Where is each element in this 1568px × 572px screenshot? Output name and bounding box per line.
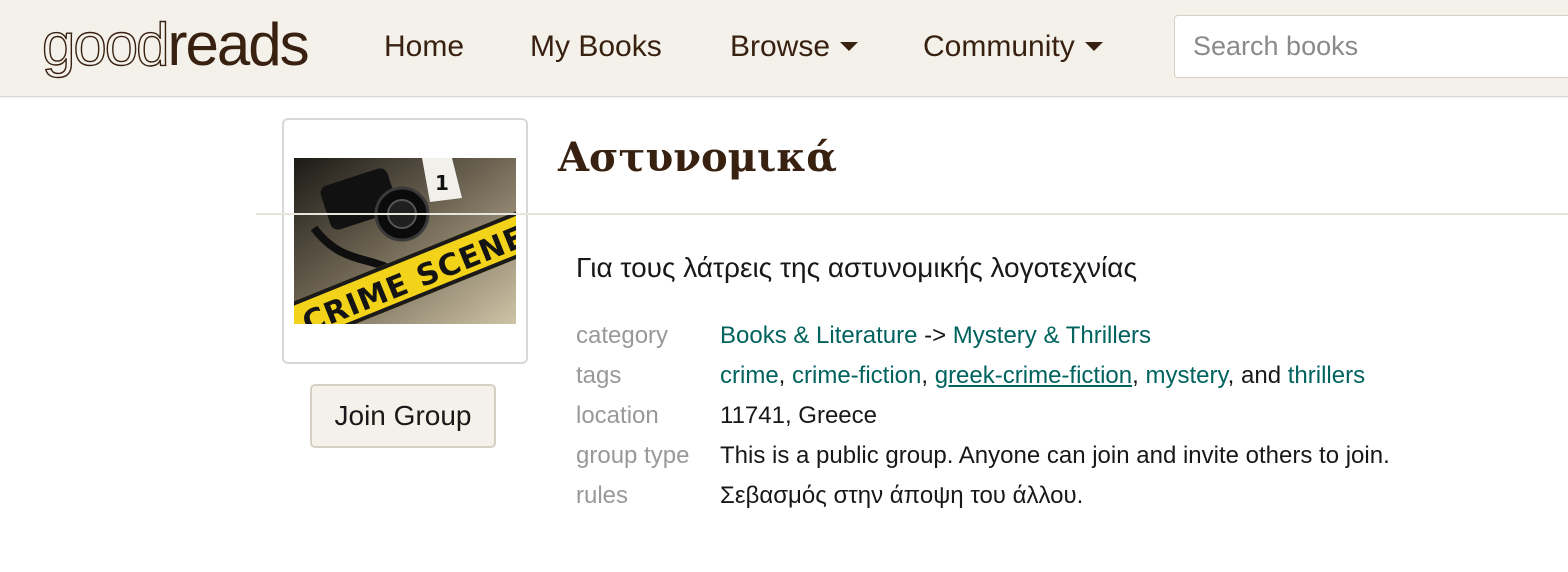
detail-value-category: Books & Literature -> Mystery & Thriller… [720, 316, 1151, 356]
chevron-down-icon [840, 41, 859, 51]
nav-home-label: Home [384, 30, 465, 63]
title-divider [256, 213, 1568, 215]
detail-key-tags: tags [576, 362, 622, 389]
tag-link[interactable]: crime-fiction [792, 362, 921, 389]
crime-scene-image: 1 CRIME SCENE [294, 158, 516, 324]
logo-reads-part: reads [167, 11, 309, 78]
logo-good-part: good [41, 10, 170, 78]
tag-link[interactable]: thrillers [1288, 362, 1365, 389]
nav-my-books[interactable]: My Books [530, 27, 662, 67]
nav-community[interactable]: Community [923, 27, 1103, 67]
detail-key-rules: rules [576, 482, 629, 509]
nav-community-label: Community [923, 30, 1075, 63]
nav-browse[interactable]: Browse [730, 27, 859, 67]
page-title: Αστυνομικά [558, 134, 838, 181]
detail-key-location: location [576, 402, 659, 429]
tag-conjunction: and [1241, 362, 1282, 389]
detail-value-group-type: This is a public group. Anyone can join … [720, 442, 1390, 469]
tag-link[interactable]: mystery [1145, 362, 1227, 389]
tag-link[interactable]: crime [720, 362, 779, 389]
group-image-frame: 1 CRIME SCENE [282, 118, 528, 364]
detail-value-location: 11741, Greece [720, 402, 877, 429]
join-group-button[interactable]: Join Group [310, 384, 496, 448]
category-link-parent[interactable]: Books & Literature [720, 322, 917, 349]
detail-key-group-type: group type [576, 442, 690, 469]
chevron-down-icon [1084, 41, 1103, 51]
tag-link[interactable]: greek-crime-fiction [935, 362, 1132, 389]
detail-value-tags: crime, crime-fiction, greek-crime-fictio… [720, 362, 1366, 389]
group-photo: 1 CRIME SCENE [294, 158, 516, 324]
top-header: goodreads Home My Books Browse Community [0, 0, 1568, 97]
category-arrow: -> [924, 322, 947, 349]
detail-key-category: category [576, 322, 669, 349]
svg-text:1: 1 [435, 171, 449, 195]
category-link-child[interactable]: Mystery & Thrillers [953, 322, 1151, 349]
nav-home[interactable]: Home [384, 27, 464, 67]
detail-value-rules: Σεβασμός στην άποψη του άλλου. [720, 482, 1084, 509]
search-input[interactable] [1174, 15, 1568, 78]
group-description: Για τους λάτρεις της αστυνομικής λογοτεχ… [576, 252, 1137, 283]
goodreads-logo[interactable]: goodreads [41, 10, 309, 80]
nav-my-books-label: My Books [530, 30, 662, 63]
nav-browse-label: Browse [730, 30, 831, 63]
